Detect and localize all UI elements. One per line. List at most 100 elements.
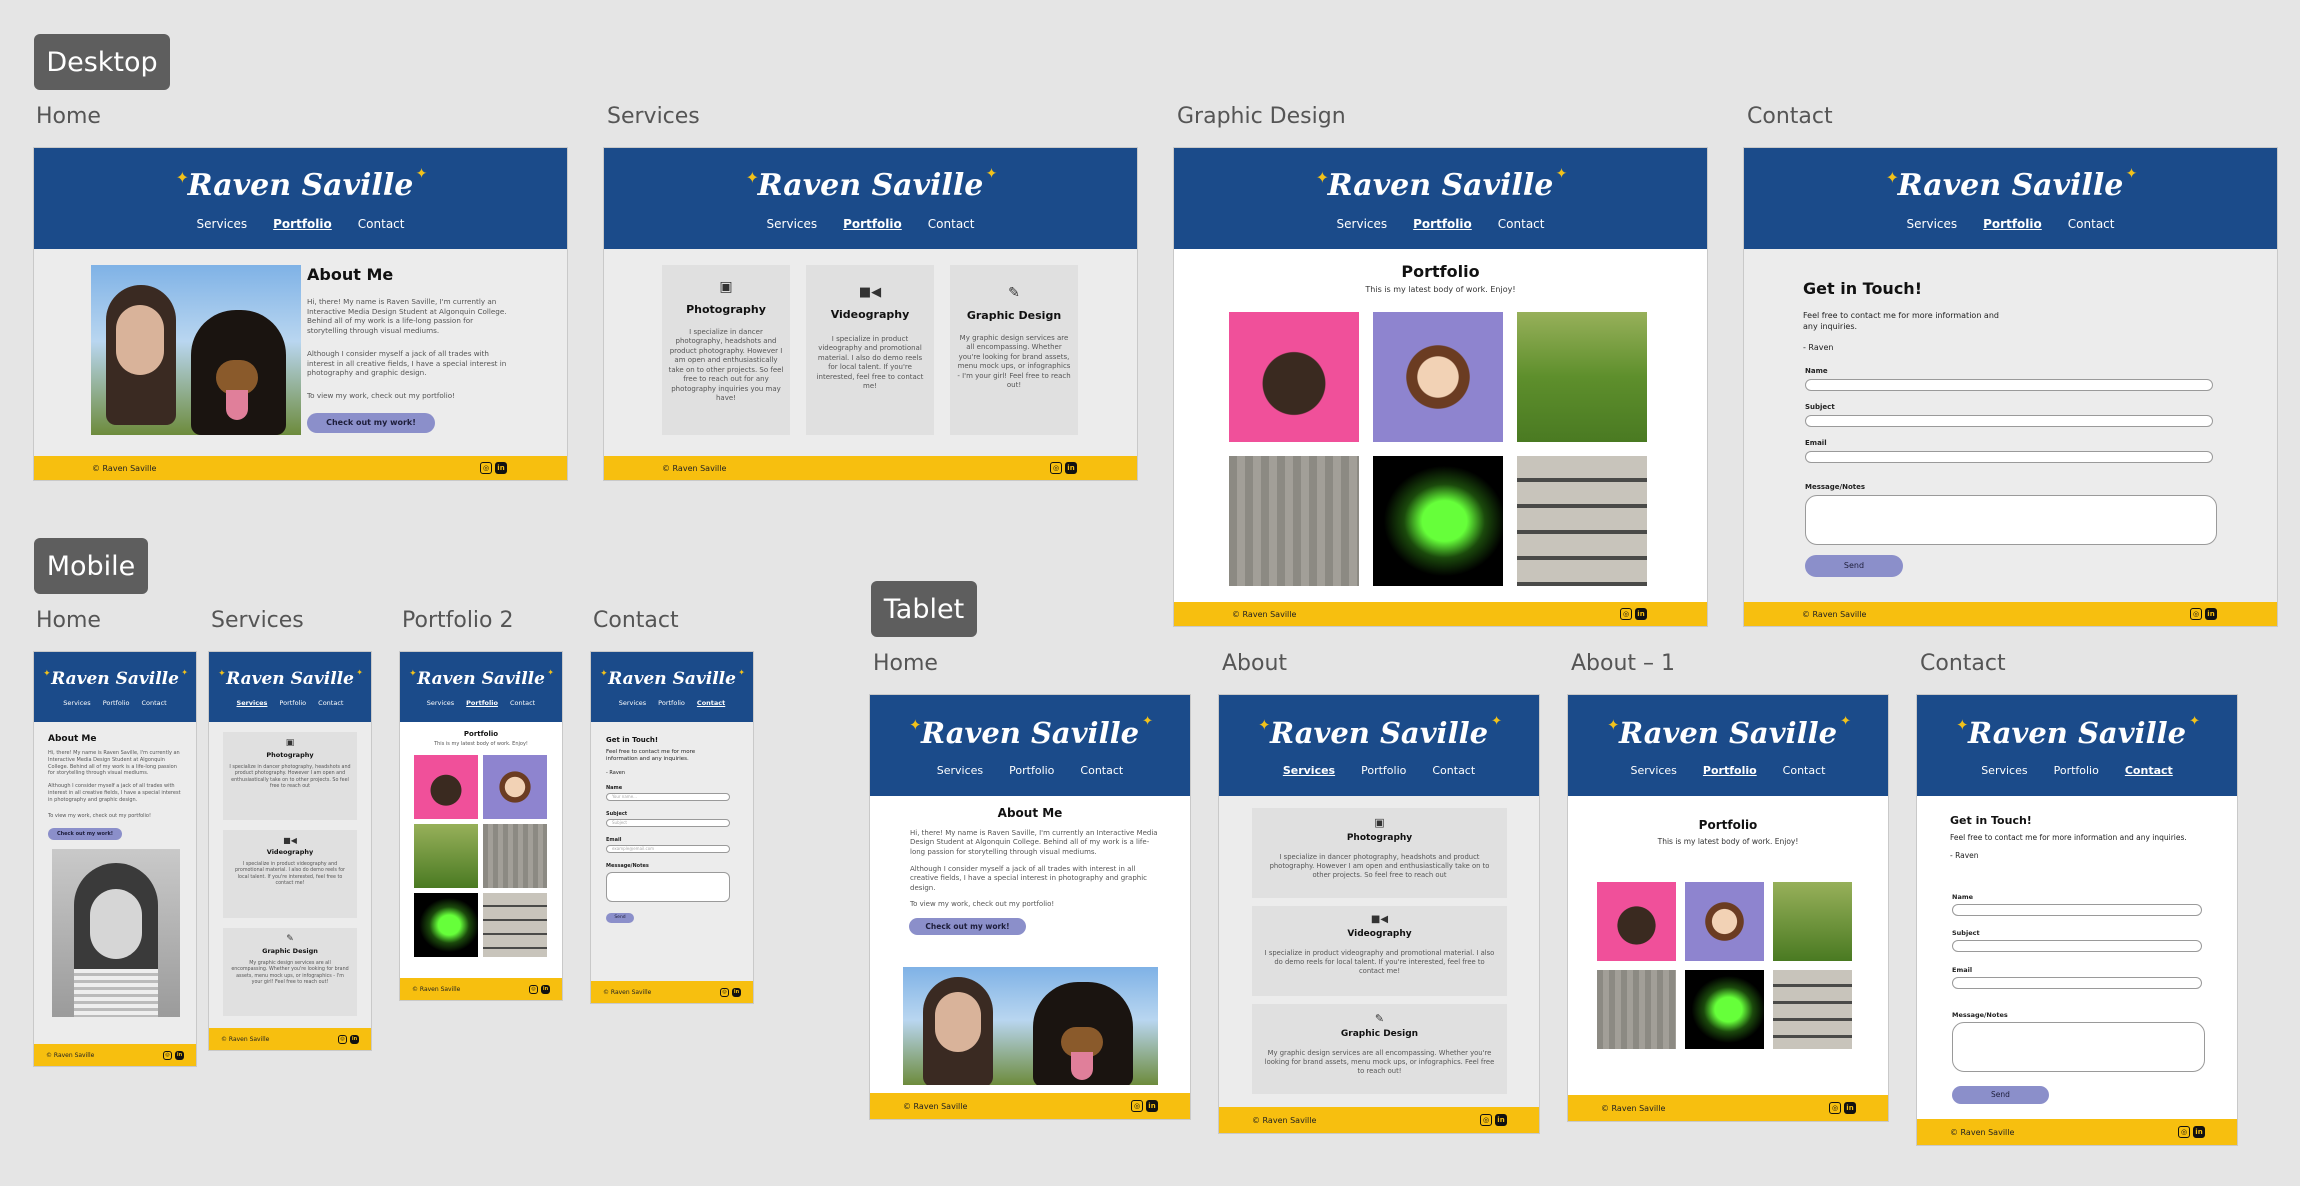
nav-contact[interactable]: Contact <box>2125 764 2173 777</box>
nav-contact[interactable]: Contact <box>697 699 725 707</box>
logo[interactable]: ✦ Raven Saville ✦ <box>218 668 363 689</box>
linkedin-icon[interactable]: in <box>732 987 741 997</box>
nav-services[interactable]: Services <box>767 217 818 231</box>
frame-label-mobile-contact[interactable]: Contact <box>593 608 679 633</box>
nav-services[interactable]: Services <box>1631 764 1677 777</box>
linkedin-icon[interactable]: in <box>1146 1100 1158 1112</box>
check-work-button[interactable]: Check out my work! <box>909 918 1026 935</box>
logo[interactable]: ✦ Raven Saville ✦ <box>409 668 554 689</box>
frame-label-tablet-about[interactable]: About <box>1222 651 1287 676</box>
nav-portfolio[interactable]: Portfolio <box>273 217 332 231</box>
instagram-icon[interactable]: ◎ <box>2190 608 2202 620</box>
nav-contact[interactable]: Contact <box>1498 217 1545 231</box>
mobile-group-badge[interactable]: Mobile <box>34 538 148 594</box>
subject-field[interactable] <box>1952 940 2202 952</box>
nav-services[interactable]: Services <box>1283 764 1335 777</box>
email-field[interactable] <box>1805 451 2213 463</box>
desktop-group-badge[interactable]: Desktop <box>34 34 170 90</box>
portfolio-image-building[interactable] <box>1517 456 1647 586</box>
logo[interactable]: ✦ Raven Saville ✦ <box>1956 714 2200 750</box>
logo[interactable]: ✦ Raven Saville ✦ <box>43 668 188 689</box>
portfolio-image-girl-illustration[interactable] <box>483 755 547 819</box>
frame-label-tablet-about-1[interactable]: About – 1 <box>1571 651 1675 676</box>
name-field[interactable] <box>1805 379 2213 391</box>
portfolio-image-dog-in-field[interactable] <box>1773 882 1852 961</box>
nav-contact[interactable]: Contact <box>1080 764 1123 777</box>
portfolio-image-building[interactable] <box>483 893 547 957</box>
instagram-icon[interactable]: ◎ <box>720 987 729 997</box>
portfolio-image-keychain[interactable] <box>483 824 547 888</box>
tablet-group-badge[interactable]: Tablet <box>871 581 977 637</box>
email-field[interactable]: example@email.com <box>606 845 730 853</box>
logo[interactable]: ✦ Raven Saville ✦ <box>1258 714 1502 750</box>
portfolio-image-dog-in-field[interactable] <box>1517 312 1647 442</box>
portfolio-image-glow-dinosaur[interactable] <box>1373 456 1503 586</box>
instagram-icon[interactable]: ◎ <box>338 1034 347 1044</box>
portfolio-image-dog-in-field[interactable] <box>414 824 478 888</box>
nav-services[interactable]: Services <box>1981 764 2027 777</box>
frame-label-tablet-home[interactable]: Home <box>873 651 938 676</box>
frame-label-mobile-services[interactable]: Services <box>211 608 304 633</box>
portfolio-image-dog-illustration[interactable] <box>1597 882 1676 961</box>
linkedin-icon[interactable]: in <box>495 462 507 474</box>
nav-portfolio[interactable]: Portfolio <box>279 699 306 707</box>
nav-services[interactable]: Services <box>619 699 646 707</box>
message-textarea[interactable] <box>1952 1022 2205 1072</box>
linkedin-icon[interactable]: in <box>1065 462 1077 474</box>
instagram-icon[interactable]: ◎ <box>1829 1102 1841 1114</box>
instagram-icon[interactable]: ◎ <box>1050 462 1062 474</box>
nav-contact[interactable]: Contact <box>928 217 975 231</box>
portfolio-image-glow-dinosaur[interactable] <box>414 893 478 957</box>
linkedin-icon[interactable]: in <box>1635 608 1647 620</box>
check-work-button[interactable]: Check out my work! <box>307 413 435 433</box>
nav-portfolio[interactable]: Portfolio <box>2054 764 2099 777</box>
frame-label-desktop-graphic-design[interactable]: Graphic Design <box>1177 104 1346 129</box>
nav-portfolio[interactable]: Portfolio <box>1413 217 1472 231</box>
linkedin-icon[interactable]: in <box>350 1034 359 1044</box>
nav-portfolio[interactable]: Portfolio <box>103 699 130 707</box>
nav-portfolio[interactable]: Portfolio <box>1983 217 2042 231</box>
logo[interactable]: ✦ Raven Saville ✦ <box>600 668 745 689</box>
nav-contact[interactable]: Contact <box>141 699 166 707</box>
send-button[interactable]: Send <box>606 913 634 923</box>
instagram-icon[interactable]: ◎ <box>529 984 538 994</box>
logo[interactable]: ✦ Raven Saville ✦ <box>1886 166 2138 203</box>
nav-portfolio[interactable]: Portfolio <box>1703 764 1757 777</box>
name-field[interactable]: Your name... <box>606 793 730 801</box>
linkedin-icon[interactable]: in <box>541 984 550 994</box>
subject-field[interactable]: Subject <box>606 819 730 827</box>
frame-label-mobile-portfolio[interactable]: Portfolio 2 <box>402 608 514 633</box>
portfolio-image-dog-illustration[interactable] <box>414 755 478 819</box>
linkedin-icon[interactable]: in <box>1844 1102 1856 1114</box>
nav-services[interactable]: Services <box>237 699 268 707</box>
message-textarea[interactable] <box>606 872 730 902</box>
frame-label-desktop-contact[interactable]: Contact <box>1747 104 1833 129</box>
email-field[interactable] <box>1952 977 2202 989</box>
nav-services[interactable]: Services <box>197 217 248 231</box>
instagram-icon[interactable]: ◎ <box>1131 1100 1143 1112</box>
subject-field[interactable] <box>1805 415 2213 427</box>
frame-label-desktop-services[interactable]: Services <box>607 104 700 129</box>
instagram-icon[interactable]: ◎ <box>163 1050 172 1060</box>
name-field[interactable] <box>1952 904 2202 916</box>
portfolio-image-building[interactable] <box>1773 970 1852 1049</box>
nav-contact[interactable]: Contact <box>358 217 405 231</box>
nav-contact[interactable]: Contact <box>1432 764 1475 777</box>
logo[interactable]: ✦ Raven Saville ✦ <box>176 166 428 203</box>
nav-services[interactable]: Services <box>1337 217 1388 231</box>
frame-label-mobile-home[interactable]: Home <box>36 608 101 633</box>
linkedin-icon[interactable]: in <box>175 1050 184 1060</box>
send-button[interactable]: Send <box>1952 1086 2049 1104</box>
nav-services[interactable]: Services <box>1907 217 1958 231</box>
linkedin-icon[interactable]: in <box>2193 1126 2205 1138</box>
portfolio-image-dog-illustration[interactable] <box>1229 312 1359 442</box>
portfolio-image-glow-dinosaur[interactable] <box>1685 970 1764 1049</box>
check-work-button[interactable]: Check out my work! <box>48 828 122 840</box>
portfolio-image-girl-illustration[interactable] <box>1373 312 1503 442</box>
nav-contact[interactable]: Contact <box>510 699 535 707</box>
portfolio-image-keychain[interactable] <box>1597 970 1676 1049</box>
nav-services[interactable]: Services <box>427 699 454 707</box>
logo[interactable]: ✦ Raven Saville ✦ <box>1607 714 1851 750</box>
nav-services[interactable]: Services <box>937 764 983 777</box>
logo[interactable]: ✦ Raven Saville ✦ <box>1316 166 1568 203</box>
